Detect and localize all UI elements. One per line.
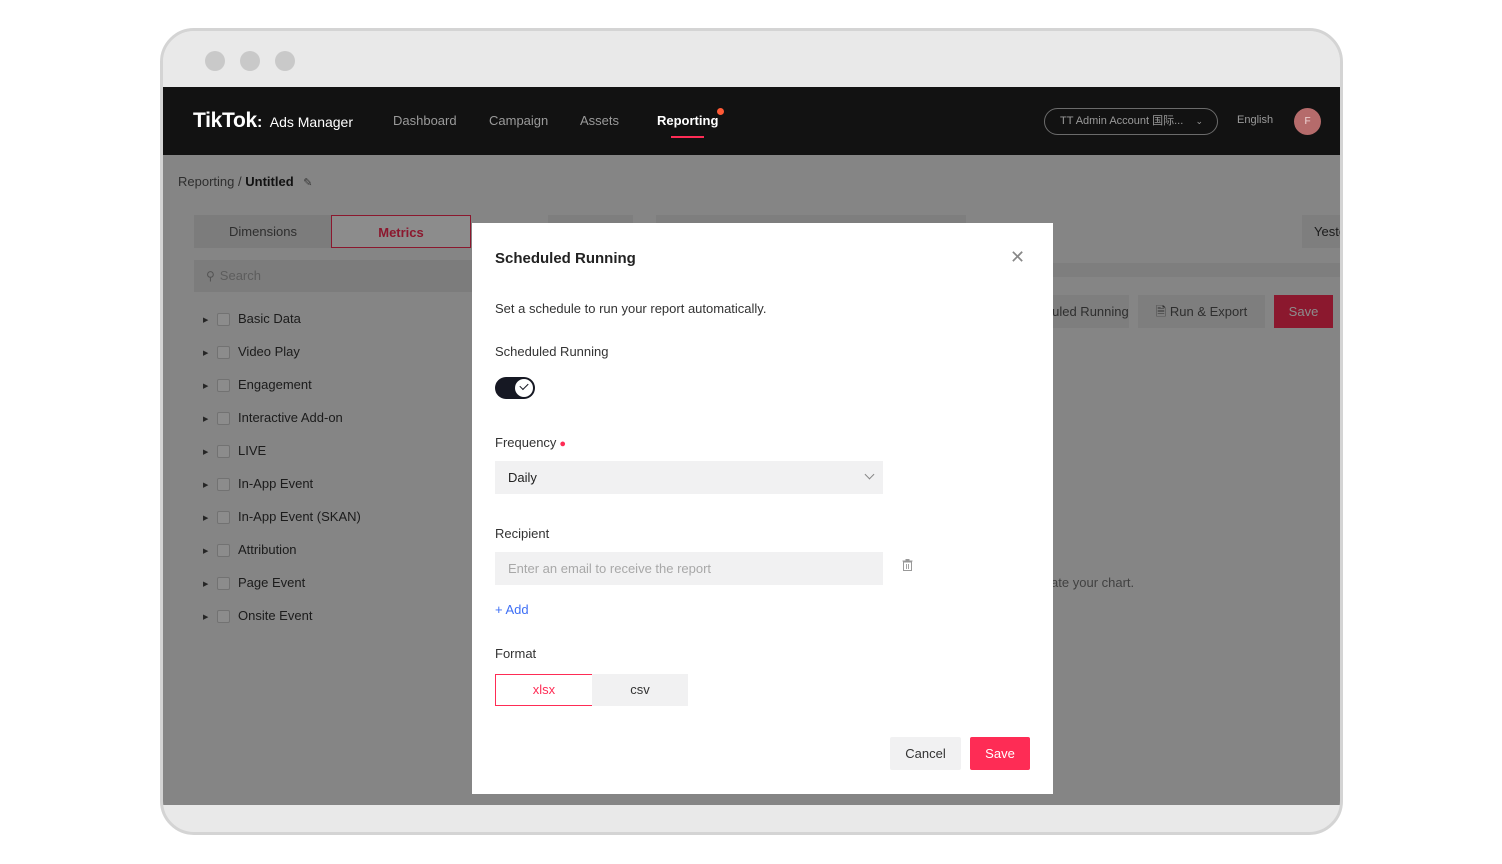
chevron-down-icon — [864, 469, 875, 480]
recipient-email-input[interactable] — [495, 552, 883, 585]
frequency-label: Frequency ● — [495, 435, 566, 450]
scheduled-running-modal: Scheduled Running ✕ Set a schedule to ru… — [472, 223, 1053, 794]
browser-window: TikTok: Ads Manager Dashboard Campaign A… — [160, 28, 1343, 835]
language-selector[interactable]: English — [1237, 114, 1273, 126]
account-name: TT Admin Account 国际... — [1060, 115, 1184, 127]
modal-description: Set a schedule to run your report automa… — [495, 301, 767, 316]
recipient-label: Recipient — [495, 526, 550, 541]
format-option-csv[interactable]: csv — [592, 674, 688, 706]
frequency-label-text: Frequency — [495, 435, 557, 450]
frequency-select[interactable]: Daily — [495, 461, 883, 494]
frequency-value: Daily — [508, 470, 537, 485]
window-close-dot[interactable] — [205, 51, 225, 71]
nav-campaign[interactable]: Campaign — [489, 113, 548, 128]
tiktok-logo[interactable]: TikTok: Ads Manager — [193, 109, 353, 133]
logo-product: Ads Manager — [269, 114, 354, 130]
save-button[interactable]: Save — [970, 737, 1030, 770]
app-viewport: TikTok: Ads Manager Dashboard Campaign A… — [163, 87, 1340, 805]
user-avatar[interactable]: F — [1294, 108, 1321, 135]
add-label: Add — [505, 602, 529, 617]
required-dot-icon: ● — [559, 438, 567, 450]
cancel-button[interactable]: Cancel — [890, 737, 961, 770]
format-label: Format — [495, 646, 537, 661]
notification-dot — [717, 108, 724, 115]
logo-separator: : — [256, 114, 263, 131]
nav-dashboard[interactable]: Dashboard — [393, 113, 457, 128]
account-switcher[interactable]: TT Admin Account 国际... ⌄ — [1044, 108, 1218, 135]
trash-icon[interactable] — [902, 559, 913, 571]
toggle-knob — [515, 379, 533, 397]
format-option-xlsx[interactable]: xlsx — [495, 674, 593, 706]
modal-title: Scheduled Running — [495, 250, 636, 267]
window-minimize-dot[interactable] — [240, 51, 260, 71]
window-titlebar — [163, 31, 1340, 87]
toggle-label: Scheduled Running — [495, 344, 609, 359]
plus-icon: + — [495, 602, 503, 617]
top-navigation: TikTok: Ads Manager Dashboard Campaign A… — [163, 87, 1340, 155]
add-recipient-button[interactable]: + Add — [495, 602, 529, 617]
scheduled-running-toggle[interactable] — [495, 377, 535, 399]
nav-reporting[interactable]: Reporting — [657, 113, 718, 138]
logo-brand: TikTok — [193, 109, 257, 132]
nav-assets[interactable]: Assets — [580, 113, 619, 128]
window-maximize-dot[interactable] — [275, 51, 295, 71]
close-icon[interactable]: ✕ — [1010, 247, 1025, 268]
check-icon — [519, 380, 529, 391]
chevron-down-icon: ⌄ — [1195, 116, 1203, 126]
